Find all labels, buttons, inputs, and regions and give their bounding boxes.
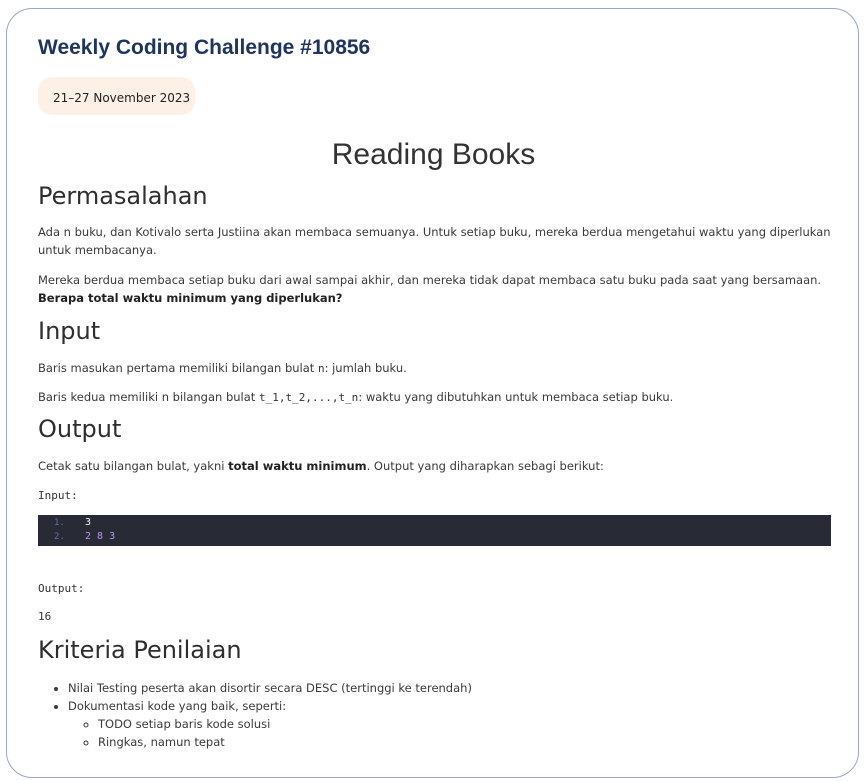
input-line-1-code: n <box>317 362 325 375</box>
list-item: Dokumentasi kode yang baik, seperti: TOD… <box>68 697 472 751</box>
code-line: 2. 2 8 3 <box>38 530 831 544</box>
code-block: 1. 3 2. 2 8 3 <box>38 515 831 546</box>
code-line: 1. 3 <box>38 516 831 530</box>
input-line-1-post: : jumlah buku. <box>324 361 407 375</box>
line-number: 1. <box>54 518 65 528</box>
sub-list-item: Ringkas, namun tepat <box>98 733 472 751</box>
section-heading-input: Input <box>38 317 101 345</box>
problem-title: Reading Books <box>331 138 536 171</box>
challenge-card: Weekly Coding Challenge #10856 21–27 Nov… <box>6 8 859 778</box>
example-output-value: 16 <box>38 610 52 623</box>
problem-constraint: Mereka berdua membaca setiap buku dari a… <box>38 271 838 307</box>
section-heading-output: Output <box>38 415 122 443</box>
code-text: 2 8 3 <box>85 531 116 542</box>
input-line-2: Baris kedua memiliki n bilangan bulat t_… <box>38 388 838 407</box>
input-line-2-code: t_1,t_2,...,t_n <box>258 391 359 404</box>
section-heading-permasalahan: Permasalahan <box>38 182 208 210</box>
output-description: Cetak satu bilangan bulat, yakni total w… <box>38 457 838 475</box>
list-item-text: Dokumentasi kode yang baik, seperti: <box>68 699 287 713</box>
output-text: Cetak satu bilangan bulat, yakni <box>38 459 229 473</box>
constraint-question: Berapa total waktu minimum yang diperluk… <box>38 291 343 305</box>
example-input-label: Input: <box>38 489 78 502</box>
list-item: Nilai Testing peserta akan disortir seca… <box>68 679 472 697</box>
challenge-title: Weekly Coding Challenge #10856 <box>38 36 371 59</box>
input-line-1: Baris masukan pertama memiliki bilangan … <box>38 359 838 378</box>
constraint-text: Mereka berdua membaca setiap buku dari a… <box>38 273 822 287</box>
sub-list-item: TODO setiap baris kode solusi <box>98 715 472 733</box>
sub-list: TODO setiap baris kode solusi Ringkas, n… <box>68 715 472 751</box>
line-number: 2. <box>54 532 65 542</box>
input-line-2-text: Baris kedua memiliki n bilangan bulat <box>38 390 259 404</box>
input-line-1-text: Baris masukan pertama memiliki bilangan … <box>38 361 318 375</box>
output-bold: total waktu minimum <box>228 459 367 473</box>
example-output-label: Output: <box>38 582 85 595</box>
code-text: 3 <box>85 517 92 528</box>
date-badge: 21–27 November 2023 <box>38 77 195 115</box>
problem-description: Ada n buku, dan Kotivalo serta Justiina … <box>38 225 831 257</box>
output-text-post: . Output yang diharapkan sebagi berikut: <box>366 459 604 473</box>
section-heading-kriteria: Kriteria Penilaian <box>38 636 242 664</box>
criteria-list: Nilai Testing peserta akan disortir seca… <box>38 679 472 751</box>
input-line-2-post: : waktu yang dibutuhkan untuk membaca se… <box>358 390 674 404</box>
